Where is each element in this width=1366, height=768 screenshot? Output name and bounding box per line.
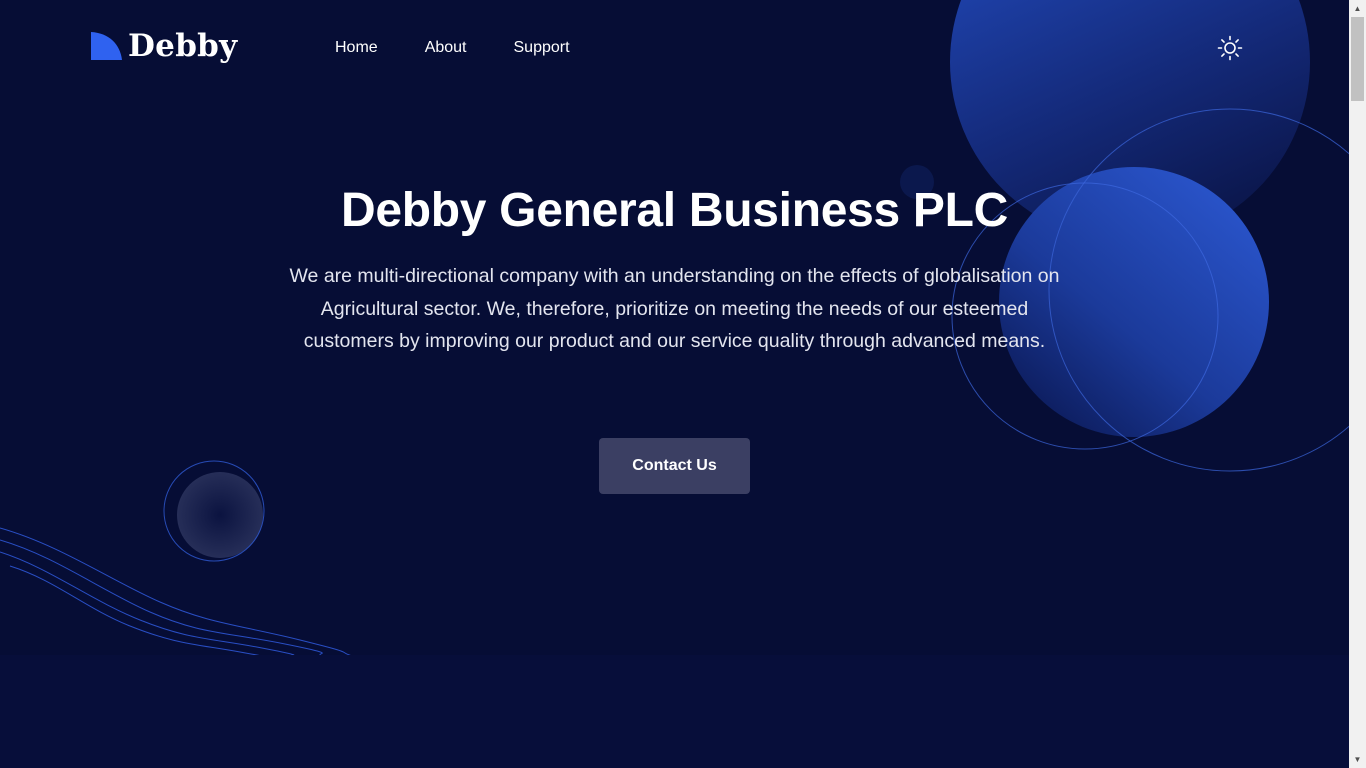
wave-lines — [0, 527, 351, 655]
nav-link-home[interactable]: Home — [335, 38, 378, 58]
logo[interactable]: Debby — [90, 28, 237, 64]
main-nav: Home About Support — [335, 38, 617, 58]
nav-link-support[interactable]: Support — [514, 38, 570, 58]
page: Debby Home About Support Debby General B… — [0, 0, 1349, 768]
brand-name: Debby — [128, 28, 238, 64]
scroll-down-arrow-icon[interactable]: ▼ — [1349, 751, 1366, 768]
vertical-scrollbar[interactable]: ▲ ▼ — [1349, 0, 1366, 768]
sun-icon — [1217, 35, 1243, 61]
contact-us-button[interactable]: Contact Us — [599, 438, 750, 494]
hero-section: Debby Home About Support Debby General B… — [0, 0, 1349, 655]
scroll-thumb[interactable] — [1351, 17, 1364, 101]
lower-section — [0, 655, 1349, 768]
hero-title: Debby General Business PLC — [340, 184, 1009, 237]
hero-description: We are multi-directional company with an… — [289, 265, 1060, 353]
scroll-up-arrow-icon[interactable]: ▲ — [1349, 0, 1366, 17]
nav-link-about[interactable]: About — [425, 38, 467, 58]
theme-toggle-button[interactable] — [1216, 34, 1244, 62]
logo-mark-icon — [91, 32, 122, 60]
